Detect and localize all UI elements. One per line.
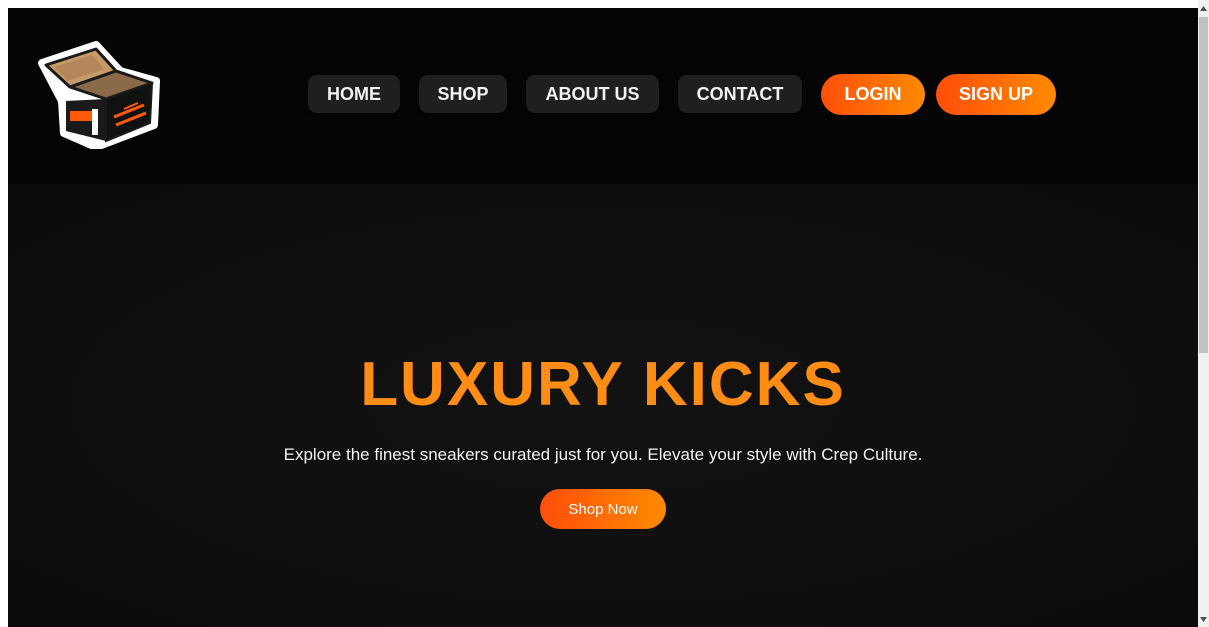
shop-now-button[interactable]: Shop Now — [540, 489, 666, 529]
nav-shop-button[interactable]: SHOP — [419, 75, 507, 113]
shoebox-logo-icon — [38, 41, 160, 151]
vertical-scrollbar[interactable] — [1198, 0, 1209, 627]
site-header: HOME SHOP ABOUT US CONTACT LOGIN SIGN UP — [8, 8, 1198, 184]
page-viewport: HOME SHOP ABOUT US CONTACT LOGIN SIGN UP… — [8, 8, 1198, 627]
hero-title: LUXURY KICKS — [360, 350, 846, 419]
nav-home-button[interactable]: HOME — [308, 75, 400, 113]
scroll-up-arrow-icon[interactable] — [1198, 0, 1209, 16]
scrollbar-thumb[interactable] — [1199, 17, 1208, 353]
signup-button[interactable]: SIGN UP — [936, 74, 1056, 115]
nav-about-button[interactable]: ABOUT US — [526, 75, 659, 113]
scroll-down-arrow-icon[interactable] — [1198, 611, 1209, 627]
login-button[interactable]: LOGIN — [821, 74, 925, 115]
nav-contact-button[interactable]: CONTACT — [678, 75, 802, 113]
logo[interactable] — [34, 41, 160, 151]
hero-subtitle: Explore the finest sneakers curated just… — [283, 445, 923, 464]
hero-section: LUXURY KICKS Explore the finest sneakers… — [8, 184, 1198, 627]
